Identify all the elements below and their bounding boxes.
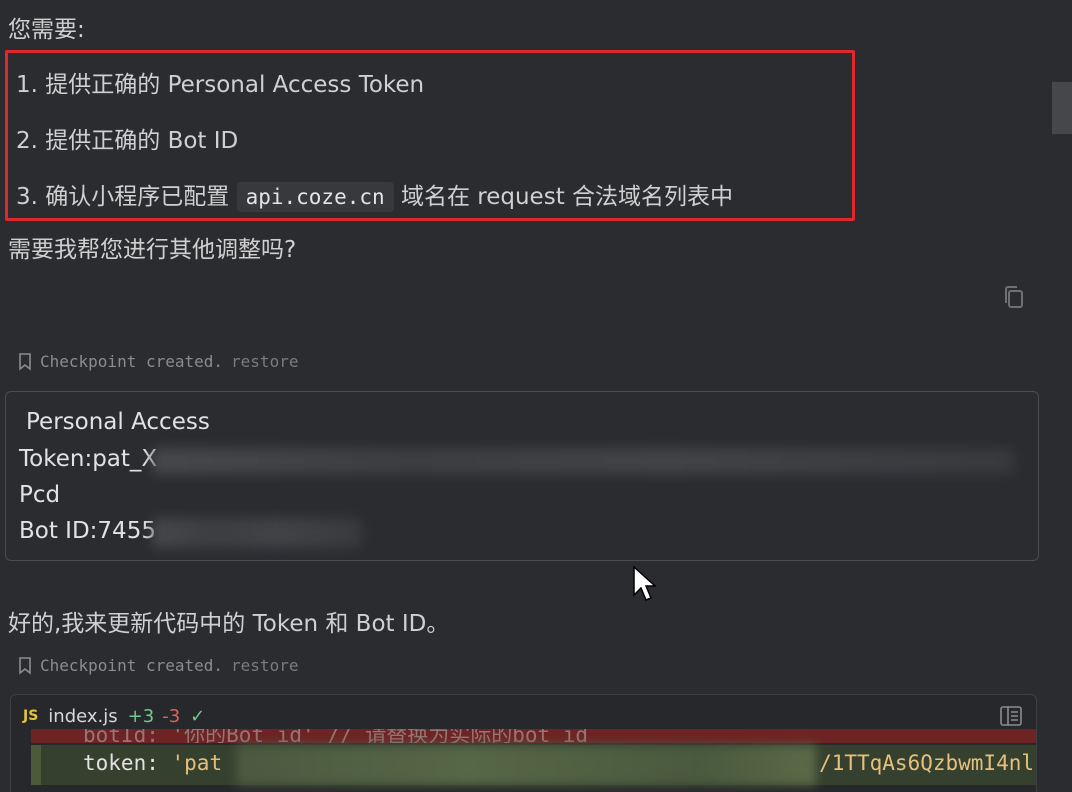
bookmark-icon xyxy=(19,352,31,371)
step-3-suffix: 域名在 request 合法域名列表中 xyxy=(393,184,734,210)
added-line-key: token: xyxy=(83,751,172,775)
added-line: token: 'pat /1TTqAs6QzbwmI4nl xyxy=(31,745,1036,785)
mouse-cursor-icon xyxy=(633,565,656,601)
user-line-3: Pcd xyxy=(19,482,61,508)
removed-line: botId: '你的Bot_id' // 请替换为实际的bot_id xyxy=(31,729,1036,743)
deletions-count: -3 xyxy=(162,705,181,727)
scrollbar-thumb[interactable] xyxy=(1052,82,1072,134)
added-line-gutter xyxy=(31,745,41,785)
bookmark-icon xyxy=(19,656,31,675)
followup-question: 需要我帮您进行其他调整吗? xyxy=(8,237,297,263)
js-file-icon: JS xyxy=(23,708,39,724)
checkpoint-1: Checkpoint created. restore xyxy=(18,352,298,371)
restore-link-2[interactable]: restore xyxy=(231,656,298,675)
step-3: 3. 确认小程序已配置 api.coze.cn 域名在 request 合法域名… xyxy=(16,177,734,212)
user-line-4: Bot ID:7455 xyxy=(19,518,156,544)
redacted-token xyxy=(152,448,1014,474)
code-diff-block: JS index.js +3 -3 ✓ botId: '你的Bot_id' //… xyxy=(10,694,1037,792)
checkpoint-1-text: Checkpoint created. xyxy=(40,352,224,371)
panel-icon[interactable] xyxy=(1000,706,1022,726)
file-name[interactable]: index.js xyxy=(48,706,117,727)
assistant-reply: 好的,我来更新代码中的 Token 和 Bot ID。 xyxy=(8,611,450,637)
additions-count: +3 xyxy=(127,705,155,727)
applied-check-icon: ✓ xyxy=(190,705,206,727)
inline-code-domain: api.coze.cn xyxy=(236,182,394,212)
redacted-bot-id xyxy=(152,518,362,548)
user-line-1: Personal Access xyxy=(26,409,210,435)
highlighted-steps-box: 1. 提供正确的 Personal Access Token 2. 提供正确的 … xyxy=(5,50,855,221)
redacted-token-code xyxy=(236,745,816,785)
step-2: 2. 提供正确的 Bot ID xyxy=(16,128,239,154)
checkpoint-2-text: Checkpoint created. xyxy=(40,656,224,675)
restore-link-1[interactable]: restore xyxy=(231,352,298,371)
removed-line-text: botId: '你的Bot_id' // 请替换为实际的bot_id xyxy=(83,729,589,743)
added-line-value-start: 'pat xyxy=(171,751,223,775)
user-line-2: Token:pat_X xyxy=(19,446,158,472)
chat-panel: 您需要: 1. 提供正确的 Personal Access Token 2. 提… xyxy=(0,0,1072,792)
copy-icon xyxy=(1005,286,1023,308)
copy-button[interactable] xyxy=(1001,285,1027,311)
added-line-value-tail: /1TTqAs6QzbwmI4nl xyxy=(819,751,1034,775)
intro-text: 您需要: xyxy=(8,17,85,43)
checkpoint-2: Checkpoint created. restore xyxy=(18,656,298,675)
user-message-box: Personal Access Token:pat_X Pcd Bot ID:7… xyxy=(5,391,1039,561)
step-1: 1. 提供正确的 Personal Access Token xyxy=(16,72,425,98)
step-3-prefix: 3. 确认小程序已配置 xyxy=(16,184,237,210)
added-line-code: token: 'pat xyxy=(83,751,222,775)
